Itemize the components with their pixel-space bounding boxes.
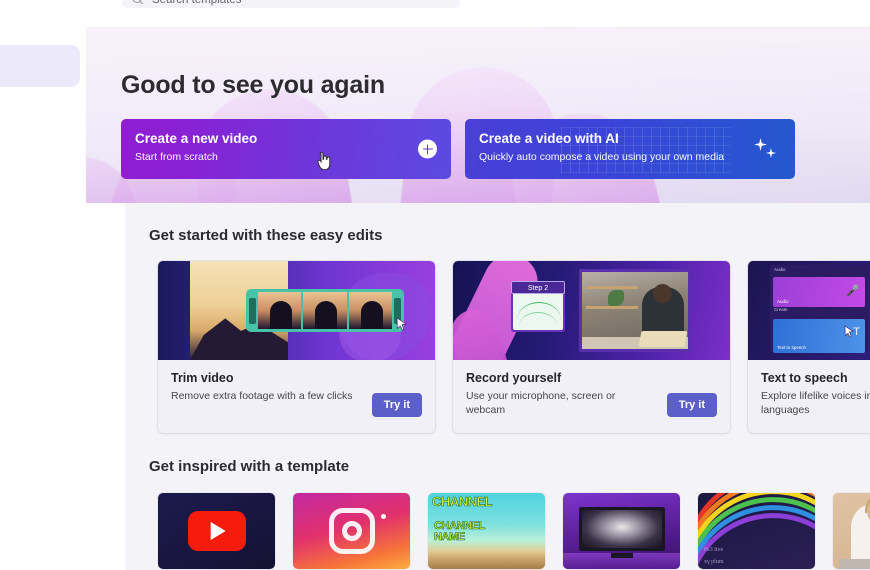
card-description: Explore lifelike voices in different lan… xyxy=(761,390,870,416)
create-new-video-button[interactable]: Create a new video Start from scratch xyxy=(121,119,451,179)
create-video-with-ai-button[interactable]: Create a video with AI Quickly auto comp… xyxy=(465,119,795,179)
try-it-button[interactable]: Try it xyxy=(666,393,717,417)
search-placeholder: Search templates xyxy=(152,0,242,6)
text-to-speech-thumbnail: Audio Audio 🎤 Create Text to speech T xyxy=(748,261,870,360)
thumb-label-top: Audio xyxy=(774,267,786,272)
sidebar-item-highlight[interactable] xyxy=(0,45,80,87)
try-it-button[interactable]: Try it xyxy=(371,393,422,417)
easy-edit-card-record-yourself[interactable]: Step 2 Record yourself Use your micropho… xyxy=(453,261,730,433)
card-description: Use your microphone, screen or webcam xyxy=(466,390,616,416)
template-item-instagram[interactable] xyxy=(293,493,410,569)
hero-actions: Create a new video Start from scratch Cr… xyxy=(121,119,795,179)
main-content-panel: Get started with these easy edits Trim v… xyxy=(125,203,870,570)
microphone-icon: 🎤 xyxy=(846,285,860,297)
trim-video-thumbnail xyxy=(158,261,435,360)
record-yourself-thumbnail: Step 2 xyxy=(453,261,730,360)
thumb-label-mid: Create xyxy=(774,307,788,312)
card-title: Text to speech xyxy=(761,371,848,385)
svg-text:xγ plum: xγ plum xyxy=(704,559,724,565)
left-rail xyxy=(0,0,86,570)
video-editor-home: Search templates Good to see you again C… xyxy=(0,0,870,570)
easy-edits-heading: Get started with these easy edits xyxy=(149,227,383,244)
card-description: Remove extra footage with a few clicks xyxy=(171,390,353,402)
template-label-top: CHANNEL xyxy=(432,494,493,510)
create-video-with-ai-subtitle: Quickly auto compose a video using your … xyxy=(479,151,725,163)
sparkles-icon xyxy=(754,136,782,162)
easy-edit-card-text-to-speech[interactable]: Audio Audio 🎤 Create Text to speech T Te… xyxy=(748,261,870,433)
tv-screen xyxy=(579,507,665,551)
rainbow-arcs-icon: №3 live xγ plum xyxy=(698,493,815,566)
svg-text:№3 live: №3 live xyxy=(704,547,724,553)
step-badge: Step 2 xyxy=(511,281,565,294)
template-label-main: CHANNEL NAME xyxy=(434,520,486,543)
thumb-tile2-label: Text to speech xyxy=(777,345,807,350)
create-video-with-ai-title: Create a video with AI xyxy=(479,131,619,146)
card-title: Trim video xyxy=(171,371,234,385)
create-new-video-title: Create a new video xyxy=(135,131,258,146)
trim-timeline-strip xyxy=(246,289,404,332)
template-item-rainbow-neon[interactable]: №3 live xγ plum xyxy=(698,493,815,569)
plus-icon xyxy=(418,139,437,159)
hero-banner: Good to see you again Create a new video… xyxy=(86,27,870,203)
template-item-tv-room[interactable] xyxy=(563,493,680,569)
arrow-cursor-icon xyxy=(844,325,855,338)
trim-handle-left xyxy=(249,297,256,324)
search-input[interactable]: Search templates xyxy=(122,0,460,8)
template-item-channel-name[interactable]: CHANNEL CHANNEL NAME xyxy=(428,493,545,569)
hand-pointer-cursor xyxy=(317,152,331,170)
arrow-cursor-icon xyxy=(396,317,407,331)
card-title: Record yourself xyxy=(466,371,562,385)
template-item-youtube[interactable] xyxy=(158,493,275,569)
page-title: Good to see you again xyxy=(121,71,385,99)
search-icon xyxy=(132,0,144,5)
template-list: CHANNEL CHANNEL NAME №3 live xγ plum xyxy=(158,493,870,569)
easy-edits-card-list: Trim video Remove extra footage with a f… xyxy=(158,261,870,433)
template-item-portrait[interactable] xyxy=(833,493,870,569)
easy-edit-card-trim-video[interactable]: Trim video Remove extra footage with a f… xyxy=(158,261,435,433)
create-new-video-subtitle: Start from scratch xyxy=(135,151,218,163)
templates-heading: Get inspired with a template xyxy=(149,458,350,475)
thumb-tile1-label: Audio xyxy=(777,299,789,304)
